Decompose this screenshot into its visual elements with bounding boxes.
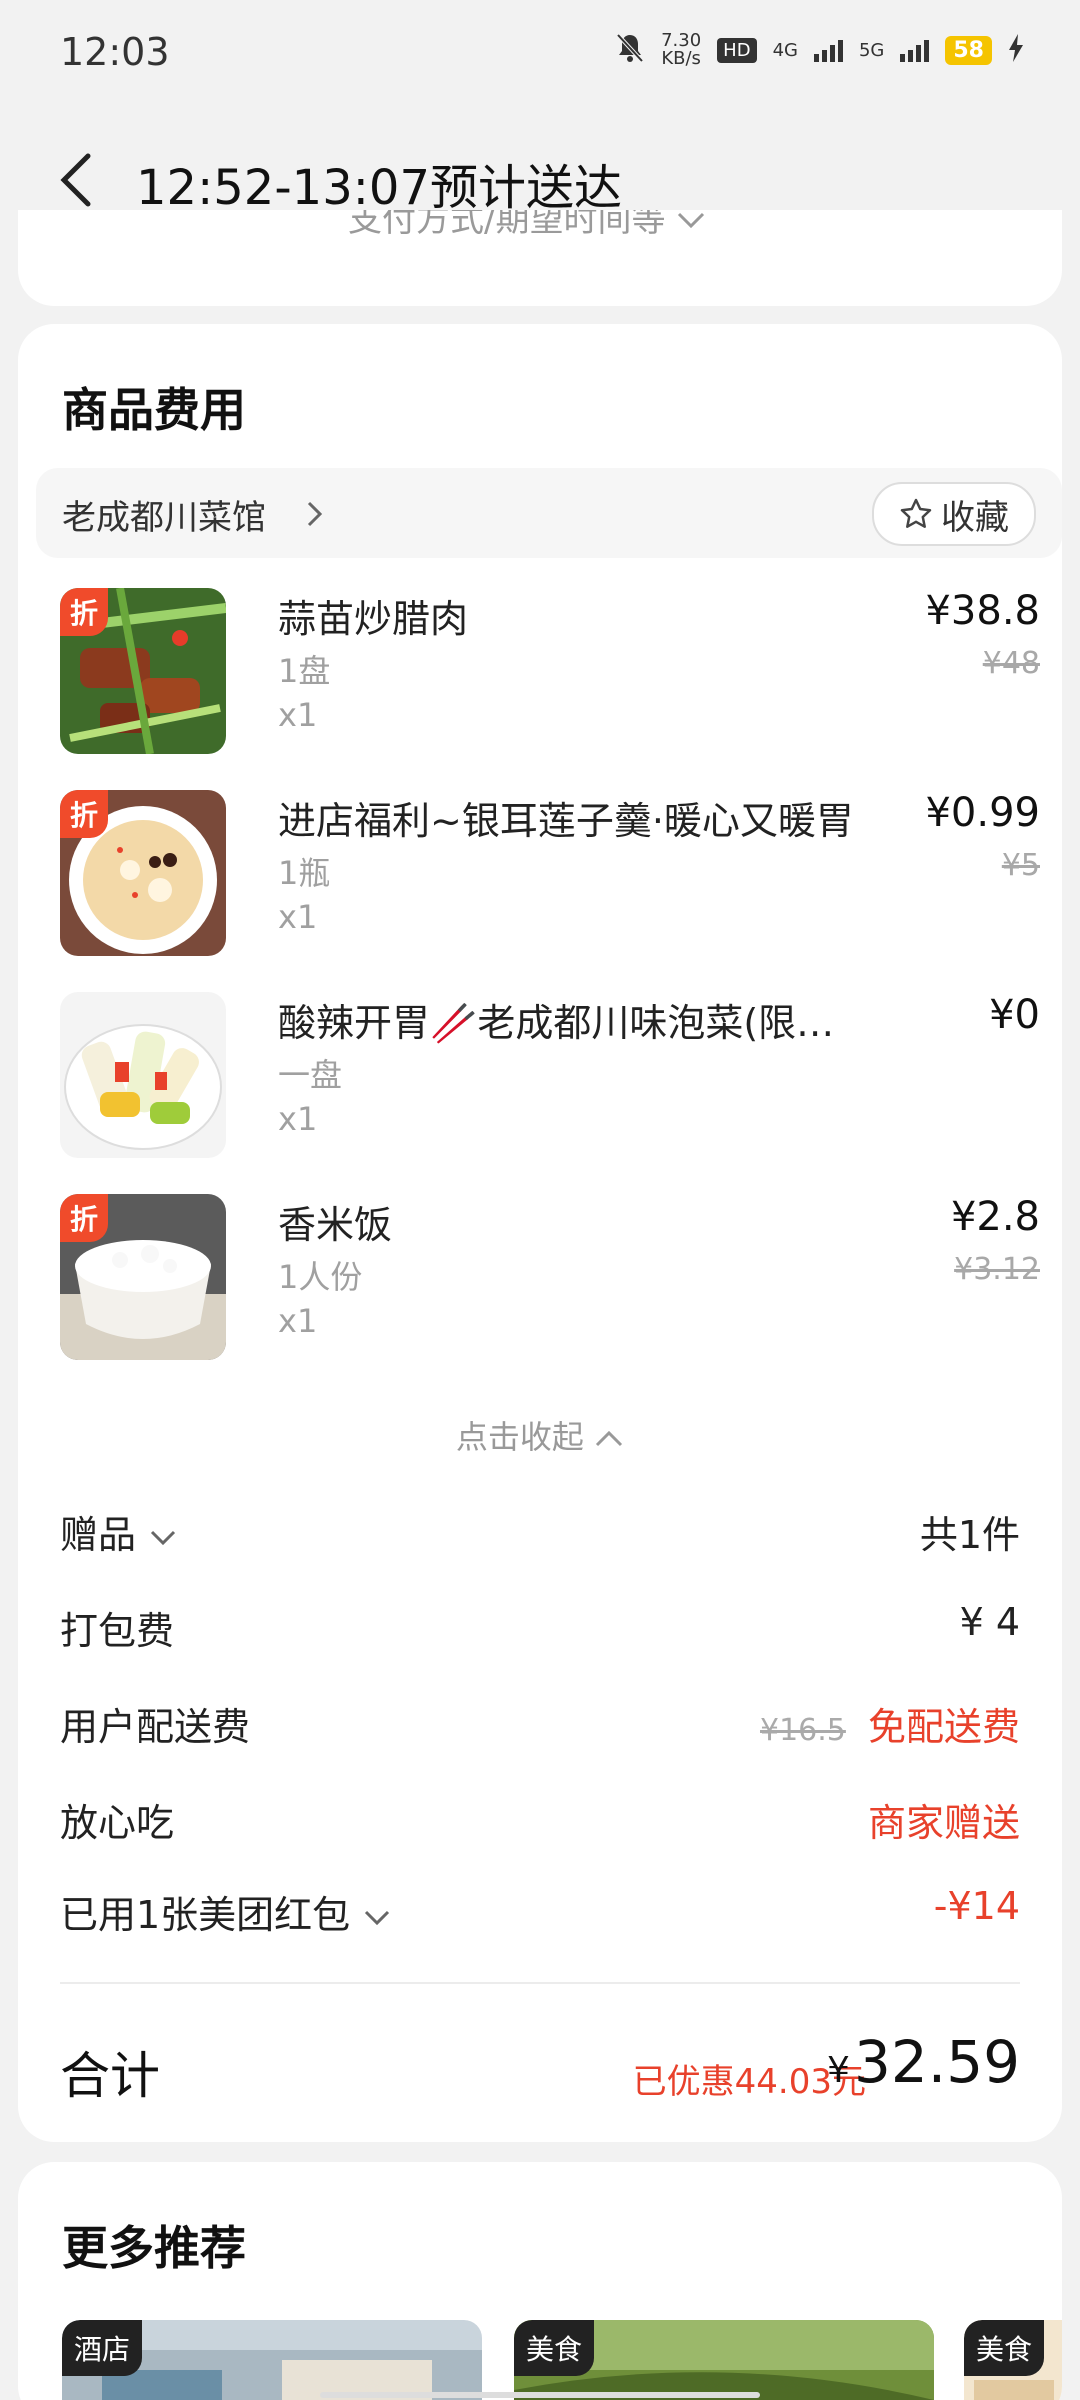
shop-row: 老成都川菜馆 收藏 xyxy=(36,468,1062,558)
delivery-value-group: ¥16.5 免配送费 xyxy=(760,1696,1020,1751)
divider xyxy=(60,1982,1020,1984)
discount-badge: 折 xyxy=(60,1194,108,1242)
back-arrow-icon xyxy=(60,153,91,207)
previous-card: 支付方式/期望时间等 xyxy=(18,210,1062,306)
redpacket-value: -¥14 xyxy=(933,1884,1020,1928)
page-header: 12:52-13:07预计送达 xyxy=(0,110,1080,216)
recommend-card: 更多推荐 酒店 美食 美食 xyxy=(18,2162,1062,2400)
section-title: 商品费用 xyxy=(62,383,246,437)
status-icons: 7.30 KB/s HD 4G 5G 58 xyxy=(615,32,1024,68)
packing-value: ¥ 4 xyxy=(959,1600,1020,1644)
delivery-value: 免配送费 xyxy=(867,1705,1020,1749)
speed-unit: KB/s xyxy=(661,48,701,69)
item-price: ¥2.8 xyxy=(950,1194,1040,1240)
delivery-original: ¥16.5 xyxy=(760,1713,846,1748)
assurance-label: 放心吃 xyxy=(60,1801,175,1845)
page-title: 12:52-13:07预计送达 xyxy=(136,160,622,216)
item-image: 折 xyxy=(60,790,226,956)
item-qty: x1 xyxy=(278,1302,318,1340)
status-time: 12:03 xyxy=(60,30,170,74)
hd-badge: HD xyxy=(717,37,757,63)
item-image: 折 xyxy=(60,1194,226,1360)
order-item[interactable]: 折 香米饭 1人份 x1 ¥2.8 ¥3.12 xyxy=(60,1194,1040,1374)
collapse-button[interactable]: 点击收起 xyxy=(18,1412,1062,1458)
item-qty: x1 xyxy=(278,696,318,734)
redpacket-label: 已用1张美团红包 xyxy=(60,1893,351,1937)
category-tag: 美食 xyxy=(964,2320,1045,2376)
home-indicator[interactable] xyxy=(320,2392,760,2398)
shop-name-link[interactable]: 老成都川菜馆 xyxy=(62,490,266,539)
packing-row: 打包费 ¥ 4 xyxy=(60,1600,1020,1660)
recommend-title: 更多推荐 xyxy=(62,2221,246,2275)
item-original-price: ¥48 xyxy=(982,646,1040,681)
status-bar: 12:03 7.30 KB/s HD 4G 5G 58 xyxy=(0,0,1080,110)
chevron-down-icon xyxy=(678,212,705,229)
assurance-value: 商家赠送 xyxy=(867,1801,1020,1845)
discount-badge: 折 xyxy=(60,588,108,636)
cost-card: 商品费用 老成都川菜馆 收藏 折 蒜苗炒腊肉 1盘 x1 ¥38.8 ¥48 折… xyxy=(18,324,1062,2142)
charging-icon xyxy=(1008,34,1024,66)
signal-icon-2 xyxy=(900,38,930,62)
item-original-price: ¥3.12 xyxy=(954,1252,1040,1287)
item-image: 折 xyxy=(60,588,226,754)
recommend-item[interactable]: 美食 xyxy=(964,2320,1062,2400)
assurance-row: 放心吃 商家赠送 xyxy=(60,1792,1020,1852)
delivery-label: 用户配送费 xyxy=(60,1705,251,1749)
chevron-down-icon xyxy=(365,1910,390,1926)
chevron-down-icon xyxy=(151,1530,176,1546)
total-currency: ¥ xyxy=(827,2050,850,2091)
screen: 12:03 7.30 KB/s HD 4G 5G 58 支付方式/期望时间等 1… xyxy=(0,0,1080,2400)
recommend-item[interactable]: 美食 xyxy=(514,2320,934,2400)
network-type-1: 4G xyxy=(772,39,798,61)
item-price: ¥0.99 xyxy=(925,790,1040,836)
total-label: 合计 xyxy=(60,2047,160,2105)
item-image xyxy=(60,992,226,1158)
item-spec: 1盘 xyxy=(278,652,331,690)
back-button[interactable] xyxy=(56,150,106,210)
signal-icon xyxy=(813,38,843,62)
star-icon xyxy=(900,498,932,528)
collapse-label: 点击收起 xyxy=(455,1418,584,1456)
gift-value: 共1件 xyxy=(919,1513,1020,1557)
mute-bell-icon xyxy=(615,32,645,68)
total-amount: ¥32.59 xyxy=(827,2028,1020,2096)
item-spec: 1瓶 xyxy=(278,854,331,892)
packing-label: 打包费 xyxy=(60,1609,175,1653)
item-spec: 一盘 xyxy=(278,1056,343,1094)
item-name: 进店福利~银耳莲子羹·暖心又暖胃 xyxy=(278,799,854,843)
item-name: 香米饭 xyxy=(278,1203,393,1247)
discount-badge: 折 xyxy=(60,790,108,838)
item-qty: x1 xyxy=(278,1100,318,1138)
delivery-row: 用户配送费 ¥16.5 免配送费 xyxy=(60,1696,1020,1756)
order-item[interactable]: 酸辣开胃🥢老成都川味泡菜(限… 一盘 x1 ¥0 xyxy=(60,992,1040,1172)
total-value: 32.59 xyxy=(853,2028,1020,2096)
item-price: ¥38.8 xyxy=(925,588,1040,634)
network-speed: 7.30 KB/s xyxy=(661,32,701,68)
order-item[interactable]: 折 蒜苗炒腊肉 1盘 x1 ¥38.8 ¥48 xyxy=(60,588,1040,768)
item-name: 酸辣开胃🥢老成都川味泡菜(限… xyxy=(278,1001,835,1045)
favorite-button[interactable]: 收藏 xyxy=(872,482,1036,546)
order-item[interactable]: 折 进店福利~银耳莲子羹·暖心又暖胃 1瓶 x1 ¥0.99 ¥5 xyxy=(60,790,1040,970)
redpacket-label-group: 已用1张美团红包 xyxy=(60,1884,392,1939)
item-qty: x1 xyxy=(278,898,318,936)
gift-label: 赠品 xyxy=(60,1513,137,1557)
category-tag: 美食 xyxy=(514,2320,595,2376)
favorite-label: 收藏 xyxy=(941,497,1009,538)
redpacket-row[interactable]: 已用1张美团红包 -¥14 xyxy=(60,1884,1020,1944)
gift-label-group: 赠品 xyxy=(60,1504,178,1559)
battery-icon: 58 xyxy=(945,35,992,65)
chevron-right-icon xyxy=(307,501,323,527)
gift-row[interactable]: 赠品 共1件 xyxy=(60,1504,1020,1564)
network-type-2: 5G xyxy=(858,39,885,61)
chevron-up-icon xyxy=(596,1430,623,1447)
recommend-item[interactable]: 酒店 xyxy=(62,2320,482,2400)
item-name: 蒜苗炒腊肉 xyxy=(278,597,469,641)
item-price: ¥0 xyxy=(989,992,1040,1038)
item-original-price: ¥5 xyxy=(1001,848,1040,883)
item-spec: 1人份 xyxy=(278,1258,363,1296)
category-tag: 酒店 xyxy=(62,2320,143,2376)
